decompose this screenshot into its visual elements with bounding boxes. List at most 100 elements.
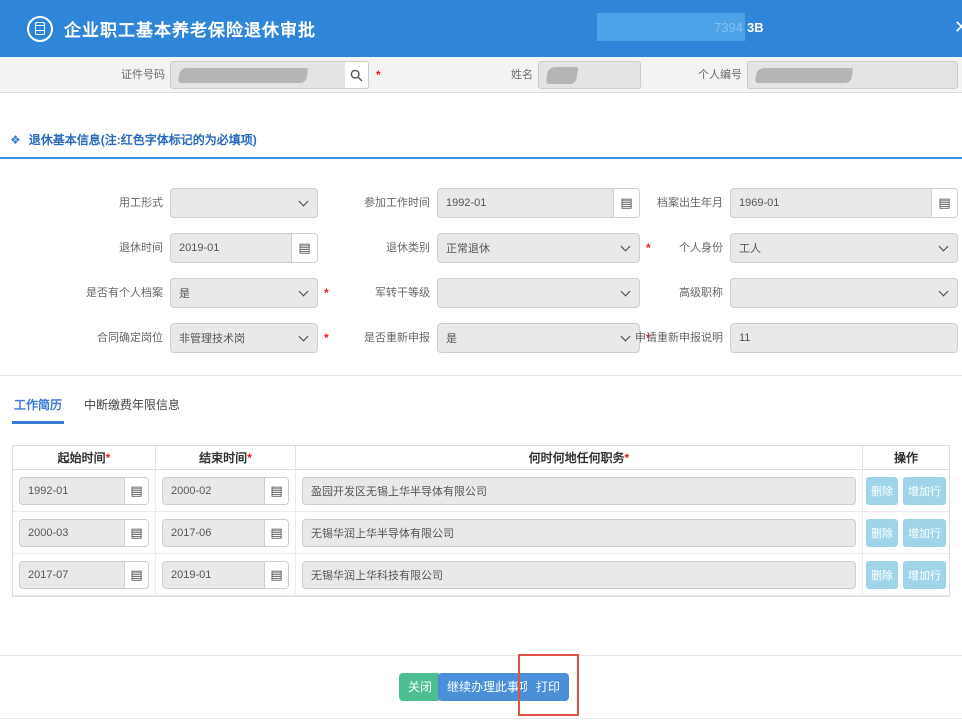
table-row: 盈园开发区无锡上华半导体有限公司 xyxy=(296,470,863,512)
column-header-end: 结束时间* xyxy=(156,446,296,470)
redacted-personal-no-value xyxy=(755,68,853,83)
work-start-label: 参加工作时间 xyxy=(330,188,430,218)
continue-processing-button[interactable]: 继续办理此事项 xyxy=(438,673,540,701)
calendar-icon[interactable]: ▤ xyxy=(264,520,288,546)
redacted-record-id: 7394 xyxy=(597,13,745,41)
retire-type-select[interactable]: 正常退休 xyxy=(437,233,640,263)
column-header-start: 起始时间* xyxy=(13,446,156,470)
delete-row-button[interactable]: 删除 xyxy=(866,561,898,589)
bottom-divider xyxy=(0,718,962,719)
senior-title-select[interactable] xyxy=(730,278,958,308)
redeclare-note-input[interactable]: 11 xyxy=(730,323,958,353)
start-date-input[interactable]: 2017-07 ▤ xyxy=(19,561,149,589)
military-rank-label: 军转干等级 xyxy=(330,278,430,308)
record-id-suffix: 3B xyxy=(747,20,764,35)
calendar-icon[interactable]: ▤ xyxy=(291,234,317,262)
divider xyxy=(0,375,962,376)
calendar-icon[interactable]: ▤ xyxy=(124,562,148,588)
section-title: 退休基本信息(注:红色字体标记的为必填项) xyxy=(29,131,257,148)
chevron-down-icon xyxy=(939,287,949,297)
table-row: 2000-03 ▤ xyxy=(13,512,156,554)
retire-date-label: 退休时间 xyxy=(0,233,163,263)
column-header-actions: 操作 xyxy=(863,446,949,470)
position-input[interactable]: 无锡华润上华半导体有限公司 xyxy=(302,519,856,547)
required-mark: * xyxy=(247,451,252,465)
table-row: 2017-06 ▤ xyxy=(156,512,296,554)
work-history-table: 起始时间* 结束时间* 何时何地任何职务* 操作 1992-01 ▤ 2000-… xyxy=(12,445,950,597)
required-mark: * xyxy=(324,278,329,308)
employment-form-select[interactable] xyxy=(170,188,318,218)
employment-form-label: 用工形式 xyxy=(0,188,163,218)
form-row: 是否有个人档案 是 * 军转干等级 高级职称 xyxy=(0,278,962,308)
file-birthdate-label: 档案出生年月 xyxy=(627,188,723,218)
table-row-actions: 删除 增加行 xyxy=(863,470,949,512)
add-row-button[interactable]: 增加行 xyxy=(903,519,946,547)
redacted-id-value xyxy=(178,68,308,83)
window-titlebar: 企业职工基本养老保险退休审批 7394 3B ✕ xyxy=(0,0,962,57)
form-row: 合同确定岗位 非管理技术岗 * 是否重新申报 是 * 申请重新申报说明 11 xyxy=(0,323,962,353)
calendar-icon[interactable]: ▤ xyxy=(264,562,288,588)
calendar-icon[interactable]: ▤ xyxy=(264,478,288,504)
calendar-icon[interactable]: ▤ xyxy=(124,478,148,504)
print-button[interactable]: 打印 xyxy=(527,673,569,701)
add-row-button[interactable]: 增加行 xyxy=(903,561,946,589)
tab-interrupted-payment-years[interactable]: 中断缴费年限信息 xyxy=(82,392,182,424)
delete-row-button[interactable]: 删除 xyxy=(866,519,898,547)
tab-work-history[interactable]: 工作简历 xyxy=(12,392,64,424)
required-mark: * xyxy=(625,451,630,465)
table-row: 2017-07 ▤ xyxy=(13,554,156,596)
form-row: 用工形式 参加工作时间 1992-01 ▤ 档案出生年月 1969-01 ▤ xyxy=(0,188,962,218)
calendar-icon[interactable]: ▤ xyxy=(124,520,148,546)
retire-date-input[interactable]: 2019-01 ▤ xyxy=(170,233,318,263)
person-identity-bar: 证件号码 * 姓名 个人编号 xyxy=(0,57,962,93)
id-number-input[interactable] xyxy=(170,61,346,89)
chevron-down-icon xyxy=(299,197,309,207)
personal-archive-label: 是否有个人档案 xyxy=(0,278,163,308)
add-row-button[interactable]: 增加行 xyxy=(903,477,946,505)
retire-type-label: 退休类别 xyxy=(330,233,430,263)
military-rank-select[interactable] xyxy=(437,278,640,308)
table-row: 2019-01 ▤ xyxy=(156,554,296,596)
delete-row-button[interactable]: 删除 xyxy=(866,477,898,505)
calendar-icon[interactable]: ▤ xyxy=(931,189,957,217)
table-row-actions: 删除 增加行 xyxy=(863,512,949,554)
file-birthdate-input[interactable]: 1969-01 ▤ xyxy=(730,188,958,218)
redeclare-note-label: 申请重新申报说明 xyxy=(627,323,723,353)
close-button[interactable]: 关闭 xyxy=(399,673,441,701)
redeclare-select[interactable]: 是 xyxy=(437,323,640,353)
table-row: 无锡华润上华半导体有限公司 xyxy=(296,512,863,554)
chevron-down-icon xyxy=(939,242,949,252)
work-start-date-input[interactable]: 1992-01 ▤ xyxy=(437,188,640,218)
table-row: 1992-01 ▤ xyxy=(13,470,156,512)
search-icon xyxy=(350,69,363,82)
start-date-input[interactable]: 2000-03 ▤ xyxy=(19,519,149,547)
personal-archive-select[interactable]: 是 xyxy=(170,278,318,308)
close-icon[interactable]: ✕ xyxy=(954,17,962,38)
required-mark: * xyxy=(376,57,381,93)
end-date-input[interactable]: 2017-06 ▤ xyxy=(162,519,289,547)
redeclare-label: 是否重新申报 xyxy=(330,323,430,353)
personal-identity-select[interactable]: 工人 xyxy=(730,233,958,263)
table-row: 2000-02 ▤ xyxy=(156,470,296,512)
personal-no-input[interactable] xyxy=(747,61,958,89)
id-search-button[interactable] xyxy=(345,61,369,89)
chevron-down-icon xyxy=(299,287,309,297)
redacted-name-value xyxy=(546,67,578,84)
table-row: 无锡华润上华科技有限公司 xyxy=(296,554,863,596)
app-logo-icon xyxy=(27,16,53,42)
section-header: ❖ 退休基本信息(注:红色字体标记的为必填项) xyxy=(10,131,257,148)
required-mark: * xyxy=(106,451,111,465)
section-marker-icon: ❖ xyxy=(10,133,21,147)
column-header-position: 何时何地任何职务* xyxy=(296,446,863,470)
contract-post-select[interactable]: 非管理技术岗 xyxy=(170,323,318,353)
section-divider xyxy=(0,157,962,159)
tab-bar: 工作简历 中断缴费年限信息 xyxy=(12,392,200,424)
position-input[interactable]: 无锡华润上华科技有限公司 xyxy=(302,561,856,589)
position-input[interactable]: 盈园开发区无锡上华半导体有限公司 xyxy=(302,477,856,505)
senior-title-label: 高级职称 xyxy=(627,278,723,308)
name-input[interactable] xyxy=(538,61,641,89)
start-date-input[interactable]: 1992-01 ▤ xyxy=(19,477,149,505)
end-date-input[interactable]: 2019-01 ▤ xyxy=(162,561,289,589)
end-date-input[interactable]: 2000-02 ▤ xyxy=(162,477,289,505)
window-title: 企业职工基本养老保险退休审批 xyxy=(64,16,316,41)
